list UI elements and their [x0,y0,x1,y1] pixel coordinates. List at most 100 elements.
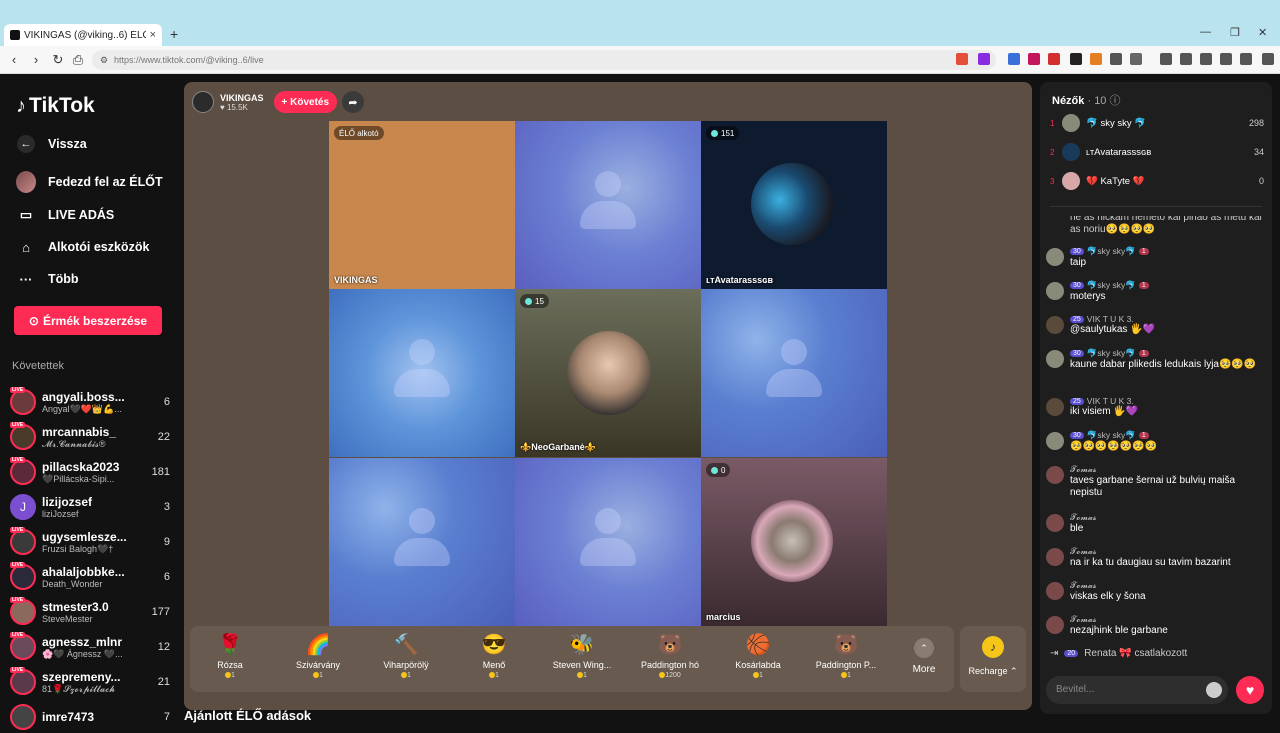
user-name[interactable]: 𝓣𝓸𝓶𝓪𝓼 [1070,546,1097,557]
user-name[interactable]: 🐬sky sky🐬 [1087,348,1136,359]
url-input[interactable]: ⚙ https://www.tiktok.com/@viking..6/live [92,50,996,70]
gift-rainbow[interactable]: 🌈 Szivárvány 1 [280,632,356,679]
gift-hammer[interactable]: 🔨 Viharpörölÿ 1 [368,632,444,679]
avatar[interactable] [1046,582,1064,600]
guest-cell-empty[interactable] [329,289,515,457]
translate-extension-icon[interactable] [1008,53,1020,65]
his-extension-icon[interactable] [1048,53,1060,65]
new-tab-button[interactable]: + [170,26,178,42]
tiktok-logo[interactable]: ♪ TikTok [16,94,95,118]
back-icon[interactable]: ‹ [6,52,22,67]
user-name[interactable]: 𝓣𝓸𝓶𝓪𝓼 [1070,464,1097,475]
avatar[interactable] [1046,514,1064,532]
follow-button[interactable]: + Követés [273,91,338,113]
nav-more[interactable]: ··· Több [16,269,79,289]
sidebar-icon[interactable] [1180,53,1192,65]
host-name[interactable]: VIKINGAS [220,93,264,103]
guest-cell-empty[interactable] [329,458,515,626]
menu-icon[interactable] [1262,53,1274,65]
share-icon[interactable]: ➦ [342,91,364,113]
minimize-icon[interactable]: — [1200,26,1211,38]
following-sub: Fruzsi Balogh🖤† [42,543,114,554]
guest-cell-host[interactable]: ÉLŐ alkotó VIKINGAS [329,121,515,289]
capture-extension-icon[interactable] [1130,53,1142,65]
heart-icon[interactable]: ♥ [1236,676,1264,704]
user-name[interactable]: 𝓣𝓸𝓶𝓪𝓼 [1070,614,1097,625]
guest-cell-avatar[interactable]: 151 ʟᴛAvatarasssɢʙ [701,121,887,289]
following-item[interactable]: imre7473 7 [10,701,170,733]
guest-cell-empty[interactable] [515,458,701,626]
host-avatar[interactable] [192,91,214,113]
shield-icon[interactable] [1240,53,1252,65]
following-item[interactable]: LIVE ugysemlesze... Fruzsi Balogh🖤† 9 [10,526,170,558]
following-item[interactable]: LIVE szepremeny... 81🌹𝓢𝔃𝓸𝓻𝓹𝓲𝓵𝓵𝓪𝓬𝓱 21 [10,666,170,698]
yt-extension-icon[interactable] [1070,53,1082,65]
gift-rose[interactable]: 🌹 Rózsa 1 [192,632,268,679]
user-name[interactable]: 𝓣𝓸𝓶𝓪𝓼 [1070,512,1097,523]
viewers-header[interactable]: Nézők · 10 ⓘ [1052,92,1121,108]
user-name[interactable]: 🐬sky sky🐬 [1087,246,1136,257]
nav-live[interactable]: ▭ LIVE ADÁS [16,205,114,225]
gift-price: 1 [544,672,620,679]
gift-paddington-p[interactable]: 🐻 Paddington P... 1 [808,632,884,679]
guest-cell-empty[interactable] [515,121,701,289]
ranking-row[interactable]: 2 ʟᴛAvatarasssɢʙ 34 [1050,141,1264,163]
guest-cell-avatar[interactable]: 0 marcius [701,458,887,626]
music-icon[interactable] [1160,53,1172,65]
tab-close-icon[interactable]: × [150,29,156,41]
following-item[interactable]: LIVE angyali.boss... Angyal🖤❤️👑💪... 6 [10,386,170,418]
user-name[interactable]: 🐬sky sky🐬 [1087,430,1136,441]
forward-icon[interactable]: › [28,52,44,67]
browser-tab[interactable]: VIKINGAS (@viking..6) ÉLŐ adás × [4,24,162,46]
shield-extension-icon[interactable] [956,53,968,65]
avatar[interactable] [1046,316,1064,334]
get-coins-button[interactable]: ⊙ Érmék beszerzése [14,306,162,335]
gift-cool[interactable]: 😎 Menő 1 [456,632,532,679]
color-extension-icon[interactable] [1090,53,1102,65]
triangle-extension-icon[interactable] [978,53,990,65]
wallet-icon[interactable] [1200,53,1212,65]
following-item[interactable]: LIVE pillacska2023 🖤Pillácska-Sipi... 181 [10,456,170,488]
x-extension-icon[interactable] [1028,53,1040,65]
gift-bee[interactable]: 🐝 Steven Wing... 1 [544,632,620,679]
avatar[interactable] [1046,432,1064,450]
close-window-icon[interactable]: ✕ [1258,26,1267,39]
avatar[interactable] [1046,248,1064,266]
more-gifts-button[interactable]: ⌃ More [904,638,944,675]
following-item[interactable]: J lizijozsef liziJozsef 3 [10,491,170,523]
avatar[interactable] [1046,282,1064,300]
avatar[interactable] [1046,616,1064,634]
bookmark-icon[interactable]: ⎙ [70,52,86,68]
sparkle-icon[interactable] [1220,53,1232,65]
recharge-button[interactable]: ♪ Recharge ⌃ [960,626,1026,692]
avatar[interactable] [1046,350,1064,368]
download-extension-icon[interactable] [1110,53,1122,65]
nav-back[interactable]: ← Vissza [16,134,87,154]
gift-paddington-snow[interactable]: 🐻 Paddington hó 1200 [632,632,708,679]
nav-explore-live[interactable]: Fedezd fel az ÉLŐT [16,171,163,193]
nav-creator-tools[interactable]: ⌂ Alkotói eszközök [16,237,149,257]
guest-cell-avatar[interactable]: 15 ⚜️NeoGarbanė⚜️ [515,289,701,457]
home-icon: ⌂ [22,239,30,255]
gift-basketball[interactable]: 🏀 Kosárlabda 1 [720,632,796,679]
restore-icon[interactable]: ❐ [1230,26,1240,39]
reload-icon[interactable]: ↻ [50,52,66,68]
guest-cell-empty[interactable] [701,289,887,457]
user-name[interactable]: VIK T U K 3. [1087,396,1134,406]
emoji-icon[interactable] [1206,682,1222,698]
ranking-row[interactable]: 1 🐬 sky sky 🐬 298 [1050,112,1264,134]
avatar[interactable] [1046,398,1064,416]
user-name[interactable]: VIK T U K 3. [1087,314,1134,324]
avatar[interactable] [1046,548,1064,566]
info-icon[interactable]: ⓘ [1110,95,1121,107]
site-info-icon[interactable]: ⚙ [100,50,108,70]
following-item[interactable]: LIVE stmester3.0 SteveMester 177 [10,596,170,628]
chat-input[interactable]: Bevitel... [1046,676,1228,704]
avatar[interactable] [1046,466,1064,484]
following-item[interactable]: LIVE ahalaljobbke... Death_Wonder 6 [10,561,170,593]
following-item[interactable]: LIVE mrcannabis_ 𝓜𝓻.𝓒𝓪𝓷𝓷𝓪𝓫𝓲𝓼® 22 [10,421,170,453]
ranking-row[interactable]: 3 💔 KaTyte 💔 0 [1050,170,1264,192]
user-name[interactable]: 🐬sky sky🐬 [1087,280,1136,291]
user-name[interactable]: 𝓣𝓸𝓶𝓪𝓼 [1070,580,1097,591]
following-item[interactable]: LIVE agnessz_mlnr 🌸🖤 Ágnessz 🖤... 12 [10,631,170,663]
